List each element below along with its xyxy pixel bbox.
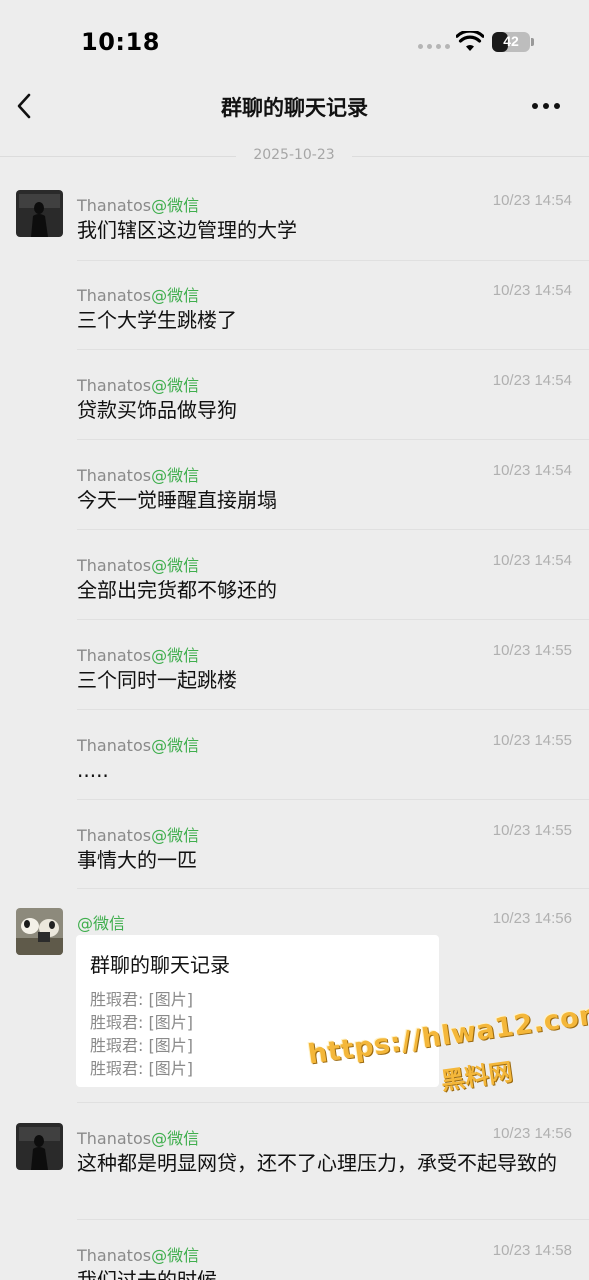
- nav-bar: 群聊的聊天记录: [0, 80, 589, 132]
- date-separator: 2025-10-23: [0, 146, 589, 166]
- card-title: 群聊的聊天记录: [90, 953, 230, 977]
- message-text: 我们辖区这边管理的大学: [77, 218, 297, 242]
- message-text: 三个同时一起跳楼: [77, 668, 237, 692]
- page-title: 群聊的聊天记录: [221, 96, 368, 120]
- more-dots-icon[interactable]: [530, 96, 562, 116]
- message-text: 三个大学生跳楼了: [77, 308, 237, 332]
- message-time: 10/23 14:55: [492, 732, 572, 749]
- sender-name: Thanatos@微信: [77, 736, 200, 755]
- message-time: 10/23 14:58: [492, 1242, 572, 1259]
- sender-name: Thanatos@微信: [77, 826, 200, 845]
- sender-name: Thanatos@微信: [77, 1246, 200, 1265]
- message-time: 10/23 14:56: [492, 910, 572, 927]
- avatar[interactable]: [16, 908, 63, 955]
- sender-name: Thanatos@微信: [77, 1129, 200, 1148]
- message-time: 10/23 14:54: [492, 372, 572, 389]
- cellular-signal-icon: [418, 44, 450, 49]
- card-line: 胜瑕君: [图片]: [90, 1013, 193, 1032]
- sender-name: Thanatos@微信: [77, 466, 200, 485]
- message-text: 这种都是明显网贷，还不了心理压力，承受不起导致的: [77, 1151, 557, 1175]
- message-time: 10/23 14:55: [492, 822, 572, 839]
- sender-name: Thanatos@微信: [77, 556, 200, 575]
- status-bar: 10:18 42: [0, 0, 589, 80]
- battery-level: 42: [503, 33, 519, 49]
- message-text: .....: [77, 758, 109, 782]
- card-line: 胜瑕君: [图片]: [90, 1059, 193, 1078]
- sender-name: Thanatos@微信: [77, 286, 200, 305]
- message-text: 事情大的一匹: [77, 848, 197, 872]
- battery-icon: 42: [492, 32, 534, 52]
- message-text: 我们过去的时候: [77, 1268, 217, 1280]
- message-time: 10/23 14:55: [492, 642, 572, 659]
- message-time: 10/23 14:54: [492, 462, 572, 479]
- sender-name: Thanatos@微信: [77, 376, 200, 395]
- avatar[interactable]: [16, 190, 63, 237]
- sender-name: Thanatos@微信: [77, 646, 200, 665]
- card-line: 胜瑕君: [图片]: [90, 1036, 193, 1055]
- wifi-icon: [456, 31, 484, 51]
- message-time: 10/23 14:56: [492, 1125, 572, 1142]
- message-text: 今天一觉睡醒直接崩塌: [77, 488, 277, 512]
- avatar[interactable]: [16, 1123, 63, 1170]
- sender-name: Thanatos@微信: [77, 196, 200, 215]
- message-text: 贷款买饰品做导狗: [77, 398, 237, 422]
- card-line: 胜瑕君: [图片]: [90, 990, 193, 1009]
- forwarded-chat-card[interactable]: 群聊的聊天记录 胜瑕君: [图片] 胜瑕君: [图片] 胜瑕君: [图片] 胜瑕…: [76, 935, 439, 1087]
- status-time: 10:18: [81, 28, 160, 56]
- message-text: 全部出完货都不够还的: [77, 578, 277, 602]
- message-time: 10/23 14:54: [492, 192, 572, 209]
- message-time: 10/23 14:54: [492, 552, 572, 569]
- watermark-name: 黑料网: [439, 1057, 515, 1096]
- sender-name: @微信: [77, 914, 126, 933]
- date-text: 2025-10-23: [253, 147, 335, 163]
- message-time: 10/23 14:54: [492, 282, 572, 299]
